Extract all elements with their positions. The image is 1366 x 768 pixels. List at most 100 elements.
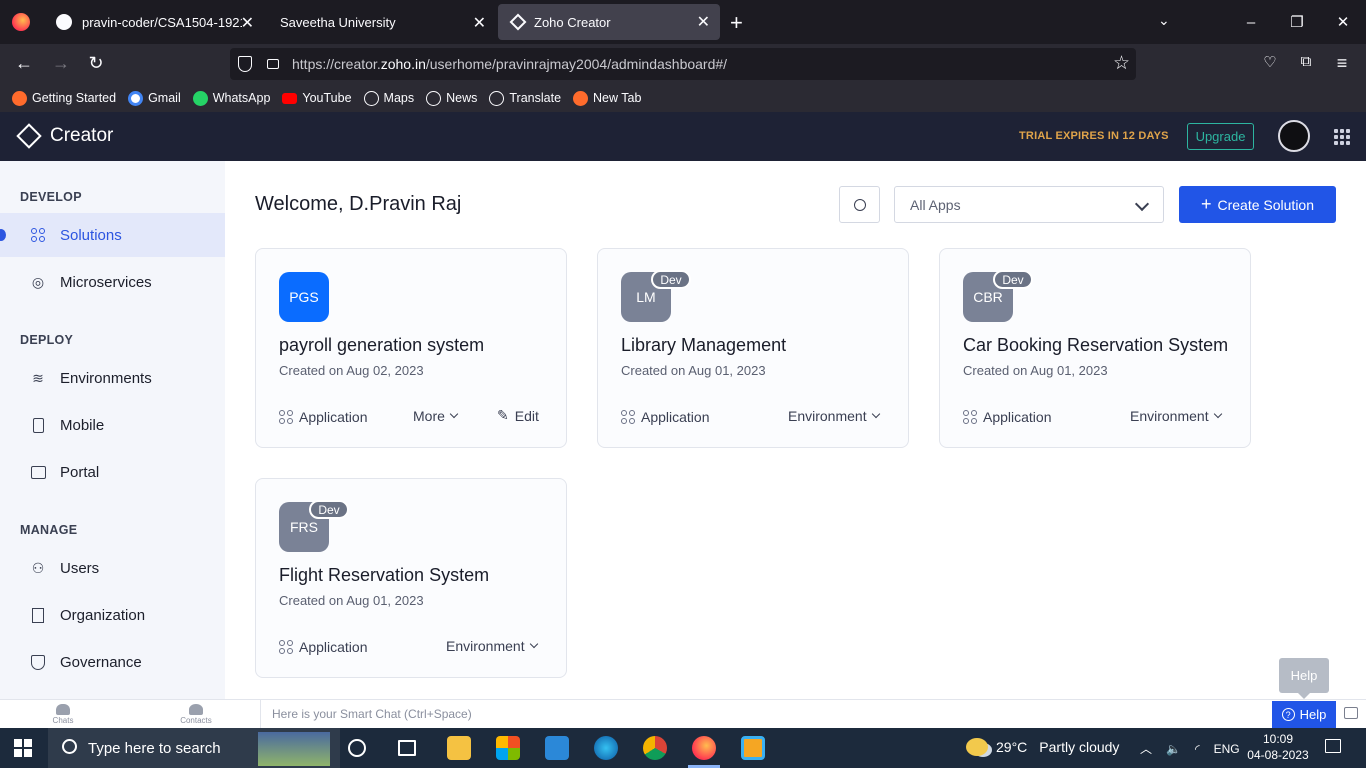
remote-desktop-icon[interactable] xyxy=(741,736,765,760)
environment-dropdown[interactable]: Environment xyxy=(788,408,880,424)
clock-date: 04-08-2023 xyxy=(1247,748,1309,762)
created-date: Created on Aug 01, 2023 xyxy=(279,593,424,608)
bookmark-news[interactable]: News xyxy=(426,90,477,106)
minimize-icon[interactable]: – xyxy=(1228,0,1274,44)
bookmark-gmail[interactable]: Gmail xyxy=(128,90,181,106)
windows-start-icon[interactable] xyxy=(14,739,32,757)
solution-name[interactable]: Library Management xyxy=(621,335,786,356)
solution-card-frs[interactable]: FRS Dev Flight Reservation System Create… xyxy=(255,478,567,678)
bookmark-whatsapp[interactable]: WhatsApp xyxy=(192,90,270,106)
chats-button[interactable]: Chats xyxy=(43,704,83,725)
app-grid-icon[interactable] xyxy=(1334,129,1350,145)
file-explorer-icon[interactable] xyxy=(447,736,471,760)
solution-card-pgs[interactable]: PGS payroll generation system Created on… xyxy=(255,248,567,448)
sidebar-item-mobile[interactable]: Mobile xyxy=(0,403,225,447)
chevron-down-icon xyxy=(1213,409,1222,419)
solution-card-cbr[interactable]: CBR Dev Car Booking Reservation System C… xyxy=(939,248,1251,448)
environment-dropdown[interactable]: Environment xyxy=(446,638,538,654)
chevron-up-icon[interactable]: ︿ xyxy=(1140,740,1152,757)
whatsapp-icon xyxy=(192,90,208,106)
shield-icon[interactable] xyxy=(238,56,252,72)
taskbar-search[interactable]: Type here to search xyxy=(48,728,340,768)
dev-badge: Dev xyxy=(309,500,349,519)
temperature: 29°C xyxy=(996,739,1028,755)
reload-icon[interactable]: ↻ xyxy=(84,53,108,74)
sidebar-item-governance[interactable]: Governance xyxy=(0,640,225,684)
more-dropdown[interactable]: More xyxy=(413,408,459,424)
search-button[interactable] xyxy=(839,186,880,223)
globe-icon xyxy=(426,90,442,106)
sidebar-item-solutions[interactable]: Solutions xyxy=(0,213,225,257)
restore-icon[interactable]: ❐ xyxy=(1274,0,1320,44)
forward-icon[interactable]: → xyxy=(49,53,73,74)
solution-name[interactable]: Flight Reservation System xyxy=(279,565,489,586)
sidebar-item-label: Governance xyxy=(60,653,142,671)
tab-saveetha[interactable]: Saveetha University ✕ xyxy=(268,0,496,44)
search-icon xyxy=(62,739,77,754)
bookmark-youtube[interactable]: YouTube xyxy=(282,91,352,105)
bookmark-getting-started[interactable]: Getting Started xyxy=(12,90,116,106)
sidebar-item-users[interactable]: ⚇ Users xyxy=(0,546,225,590)
pocket-icon[interactable]: ♡ xyxy=(1258,53,1282,71)
speaker-icon[interactable]: 🔈 xyxy=(1166,742,1181,756)
new-tab-button[interactable]: + xyxy=(730,10,743,36)
environment-dropdown[interactable]: Environment xyxy=(1130,408,1222,424)
tab-zoho-creator[interactable]: Zoho Creator ✕ xyxy=(498,4,720,40)
section-develop: DEVELOP xyxy=(20,190,82,204)
chrome-icon[interactable] xyxy=(643,736,667,760)
chevron-down-icon xyxy=(529,639,538,649)
back-icon[interactable]: ← xyxy=(12,53,36,74)
wifi-icon[interactable]: ◜ xyxy=(1195,742,1200,756)
close-icon[interactable]: ✕ xyxy=(697,12,710,32)
edit-button[interactable]: ✎ Edit xyxy=(497,407,539,424)
url-text: https://creator.zoho.in/userhome/pravinr… xyxy=(292,56,728,72)
weather-widget[interactable]: 29°C Partly cloudy xyxy=(966,738,1119,756)
panel-toggle-icon[interactable] xyxy=(1344,707,1358,719)
language-indicator[interactable]: ENG xyxy=(1214,742,1240,756)
avatar[interactable] xyxy=(1278,120,1310,152)
clock[interactable]: 10:09 04-08-2023 xyxy=(1246,731,1310,763)
microsoft-store-icon[interactable] xyxy=(496,736,520,760)
solution-name[interactable]: Car Booking Reservation System xyxy=(963,335,1228,356)
created-date: Created on Aug 01, 2023 xyxy=(963,363,1108,378)
firefox-icon xyxy=(573,90,589,106)
trial-banner: TRIAL EXPIRES IN 12 DAYS xyxy=(1019,130,1169,142)
sidebar-item-portal[interactable]: Portal xyxy=(0,450,225,494)
cortana-icon[interactable] xyxy=(348,739,366,757)
help-button[interactable]: ? Help xyxy=(1272,701,1336,728)
star-icon[interactable]: ☆ xyxy=(1113,52,1130,75)
creator-logo[interactable]: Creator xyxy=(16,123,113,149)
edge-icon[interactable] xyxy=(594,736,618,760)
menu-icon[interactable]: ≡ xyxy=(1330,53,1354,74)
sidebar-item-environments[interactable]: ≋ Environments xyxy=(0,356,225,400)
chevron-down-icon[interactable]: ⌄ xyxy=(1158,12,1170,29)
close-icon[interactable]: ✕ xyxy=(241,13,254,33)
window-controls: – ❐ ✕ xyxy=(1228,0,1366,44)
sidebar-item-microservices[interactable]: ◎ Microservices xyxy=(0,260,225,304)
address-bar[interactable]: https://creator.zoho.in/userhome/pravinr… xyxy=(230,48,1136,80)
contacts-button[interactable]: Contacts xyxy=(176,704,216,725)
create-solution-button[interactable]: + Create Solution xyxy=(1179,186,1336,223)
globe-icon xyxy=(363,90,379,106)
solution-name[interactable]: payroll generation system xyxy=(279,335,484,356)
apps-filter-dropdown[interactable]: All Apps xyxy=(894,186,1164,223)
tab-github[interactable]: pravin-coder/CSA1504-1921101 ✕ xyxy=(44,0,264,44)
firefox-icon[interactable] xyxy=(688,736,720,768)
bookmark-maps[interactable]: Maps xyxy=(363,90,414,106)
task-view-icon[interactable] xyxy=(398,740,416,756)
smart-chat-input[interactable]: Here is your Smart Chat (Ctrl+Space) xyxy=(260,700,1270,728)
notification-icon[interactable] xyxy=(1325,739,1341,753)
bookmark-new-tab[interactable]: New Tab xyxy=(573,90,641,106)
upgrade-button[interactable]: Upgrade xyxy=(1187,123,1254,150)
lock-icon[interactable] xyxy=(267,59,279,69)
close-icon[interactable]: ✕ xyxy=(473,13,486,33)
mail-icon[interactable] xyxy=(545,736,569,760)
sidebar-item-organization[interactable]: Organization xyxy=(0,593,225,637)
firefox-menu-icon[interactable] xyxy=(12,13,30,31)
close-window-icon[interactable]: ✕ xyxy=(1320,0,1366,44)
partly-cloudy-icon xyxy=(966,738,988,756)
tab-title: Saveetha University xyxy=(280,14,396,30)
bookmark-translate[interactable]: Translate xyxy=(489,90,561,106)
solution-card-lm[interactable]: LM Dev Library Management Created on Aug… xyxy=(597,248,909,448)
extensions-icon[interactable]: ⧉ xyxy=(1294,53,1318,70)
